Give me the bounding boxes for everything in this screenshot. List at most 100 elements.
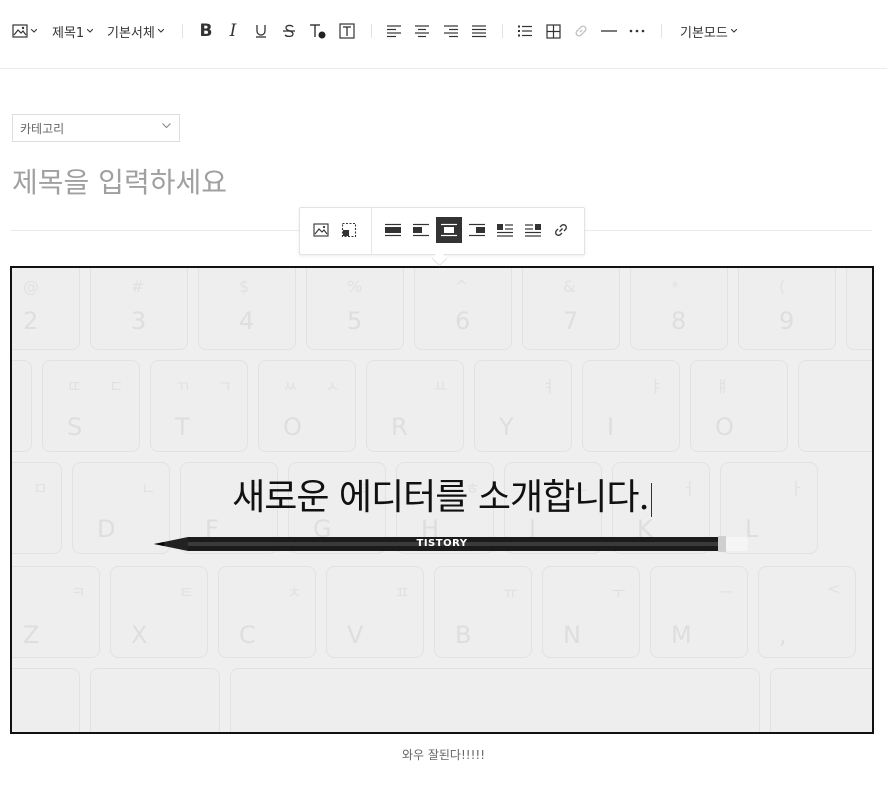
chevron-down-icon: [162, 123, 171, 129]
keyboard-legend: ,: [779, 621, 787, 649]
keyboard-key: ㅑI: [582, 360, 680, 452]
insert-image-dropdown[interactable]: [10, 18, 38, 44]
strikethrough-button[interactable]: [279, 18, 299, 44]
keyboard-legend: 5: [347, 307, 363, 335]
bold-button[interactable]: B: [196, 18, 216, 44]
keyboard-legend: N: [563, 621, 581, 649]
horizontal-rule-button[interactable]: [599, 18, 619, 44]
keyboard-key: $4: [198, 268, 296, 350]
align-right-button[interactable]: [441, 18, 461, 44]
keyboard-legend: 3: [131, 307, 147, 335]
float-left-icon: [497, 224, 513, 237]
selected-image[interactable]: @2#3$4%5^6&7*8(9ㅉㅈIㄸㄷSㄲㄱTㅆㅅOㅛRㅕYㅑIㅒOㅁSㄴD…: [10, 266, 874, 734]
image-headline: 새로운 에디터를 소개합니다.: [12, 468, 872, 520]
keyboard-key: ^ 6: [414, 268, 512, 350]
italic-button[interactable]: I: [223, 18, 243, 44]
layout-align-center-button[interactable]: [436, 217, 462, 243]
link-icon: [555, 224, 567, 236]
keyboard-legend: ㅡ: [719, 583, 734, 602]
toolbar-divider: [371, 24, 372, 38]
layout-full-width-button[interactable]: [380, 217, 406, 243]
keyboard-legend: X: [131, 621, 148, 649]
keyboard-key: [798, 360, 872, 452]
text-cursor: [650, 483, 652, 517]
heading-label: 제목1: [52, 25, 85, 41]
text-background-button[interactable]: [337, 18, 357, 44]
keyboard-legend: R: [391, 413, 408, 441]
image-toolbar-popover: [299, 207, 585, 267]
keyboard-legend: 6: [455, 307, 471, 335]
keyboard-legend: ㅛ: [433, 377, 448, 396]
more-icon: [629, 29, 645, 33]
keyboard-legend: ㅑ: [649, 377, 664, 396]
chevron-down-icon: [87, 29, 94, 33]
keyboard-key: ㅆ ㅅ O: [258, 360, 356, 452]
toolbar-divider: [502, 24, 503, 38]
layout-align-right-button[interactable]: [464, 217, 490, 243]
keyboard-key: ㅉㅈI: [12, 360, 32, 452]
keyboard-legend: <: [827, 579, 841, 598]
layout-left-icon: [413, 223, 429, 237]
keyboard-legend: #: [131, 277, 145, 296]
link-button[interactable]: [571, 18, 591, 44]
table-button[interactable]: [543, 18, 563, 44]
keyboard-legend: ㅜ: [611, 583, 626, 602]
keyboard-legend: 7: [563, 307, 579, 335]
mode-label: 기본모드: [680, 25, 728, 41]
keyboard-key: <,: [758, 566, 856, 658]
keyboard-legend: %: [347, 277, 363, 296]
text-color-button[interactable]: [307, 18, 329, 44]
keyboard-key: ㅜN: [542, 566, 640, 658]
toolbar-divider: [661, 24, 662, 38]
popover-divider: [371, 208, 372, 254]
keyboard-legend: ㅌ: [179, 583, 194, 602]
keyboard-legend: ㅈ: [12, 373, 16, 397]
image-caption[interactable]: 와우 잘된다!!!!!: [0, 746, 887, 763]
heading-dropdown[interactable]: 제목1: [52, 18, 94, 44]
keyboard-legend: Y: [499, 413, 514, 441]
image-link-button[interactable]: [548, 217, 574, 243]
keyboard-legend: (: [779, 277, 786, 296]
underline-button[interactable]: [251, 18, 271, 44]
text-background-icon: [339, 23, 355, 39]
align-center-icon: [415, 25, 429, 38]
category-label: 카테고리: [20, 121, 65, 136]
keyboard-legend: ㅠ: [503, 583, 518, 602]
keyboard-key: (9: [738, 268, 836, 350]
crop-image-button[interactable]: [336, 217, 362, 243]
keyboard-key: ㅡM: [650, 566, 748, 658]
keyboard-key: ㅛR: [366, 360, 464, 452]
layout-float-left-button[interactable]: [492, 217, 518, 243]
keyboard-key: #3: [90, 268, 188, 350]
list-button[interactable]: [515, 18, 535, 44]
toolbar-divider: [182, 24, 183, 38]
keyboard-key: ㅌX: [110, 566, 208, 658]
keyboard-legend: C: [239, 621, 256, 649]
keyboard-key: [230, 668, 760, 732]
font-dropdown[interactable]: 기본서체: [107, 18, 164, 44]
keyboard-key: ㅍV: [326, 566, 424, 658]
keyboard-legend: ㄱ: [217, 377, 232, 396]
align-center-button[interactable]: [412, 18, 432, 44]
float-right-icon: [525, 224, 541, 237]
mode-dropdown[interactable]: 기본모드: [680, 18, 737, 44]
category-select[interactable]: 카테고리: [12, 114, 180, 142]
italic-icon: I: [229, 21, 237, 41]
more-button[interactable]: [627, 18, 647, 44]
layout-align-left-button[interactable]: [408, 217, 434, 243]
layout-float-right-button[interactable]: [520, 217, 546, 243]
align-justify-button[interactable]: [469, 18, 489, 44]
text-color-icon: [310, 24, 326, 39]
keyboard-key: ㅕY: [474, 360, 572, 452]
keyboard-key: ㄸ ㄷ S: [42, 360, 140, 452]
keyboard-legend: ㄲ: [175, 377, 190, 396]
title-input[interactable]: [12, 163, 712, 201]
keyboard-legend: @: [23, 277, 39, 296]
keyboard-legend: M: [671, 621, 692, 649]
align-left-button[interactable]: [384, 18, 404, 44]
keyboard-key: ㅒO: [690, 360, 788, 452]
keyboard-legend: ㅅ: [325, 377, 340, 396]
keyboard-key: [90, 668, 220, 732]
pencil-brand: TISTORY: [416, 538, 468, 549]
replace-image-button[interactable]: [308, 217, 334, 243]
